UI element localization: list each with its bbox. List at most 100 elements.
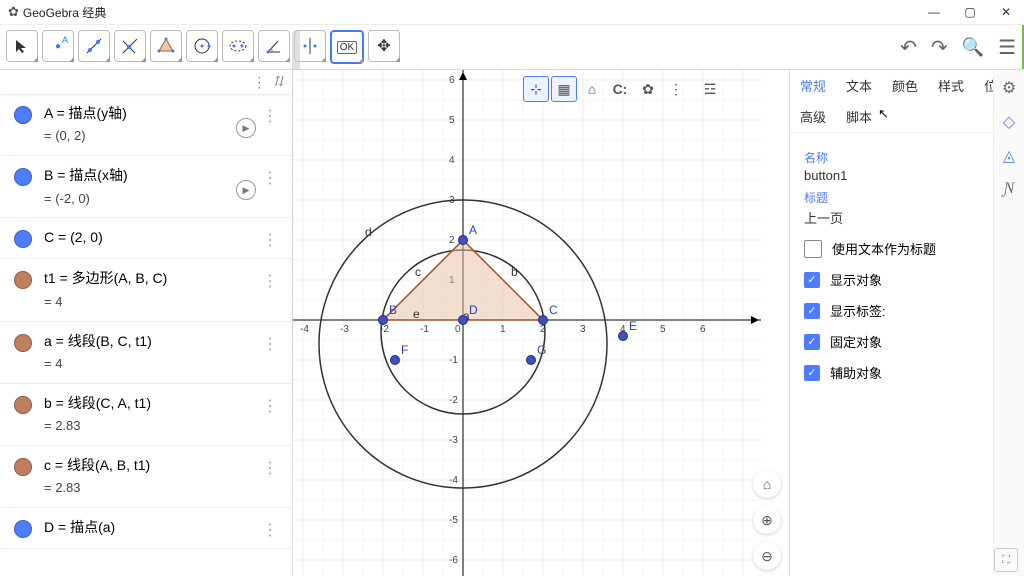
item-menu-icon[interactable]: ⋮ [262,106,278,126]
zoom-out-button[interactable]: ⊖ [753,542,781,570]
toolbar-right: ↶ ↷ 🔍 ☰ [900,35,1016,60]
algebra-item[interactable]: t1 = 多边形(A, B, C) = 4 ⋮ [0,259,292,321]
property-checkbox[interactable]: ✓显示标签: [804,301,1010,320]
close-button[interactable]: ✕ [988,0,1024,24]
visibility-dot[interactable] [14,230,32,248]
caption-checkbox[interactable]: 使用文本作为标题 [804,239,1010,258]
gear-icon[interactable]: ⚙ [1002,78,1016,98]
algebra-item[interactable]: D = 描点(a) ⋮ [0,508,292,549]
axes-toggle[interactable]: ⊹ [523,76,549,102]
tool-button[interactable]: OK [330,30,364,64]
svg-text:2: 2 [449,235,455,246]
play-button[interactable]: ▶ [236,180,256,200]
properties-section: 名称 button1 标题 上一页 使用文本作为标题 ✓显示对象✓显示标签:✓固… [790,133,1024,404]
svg-text:-1: -1 [449,355,458,366]
definition: C = (2, 0) [44,226,262,248]
algebra-item[interactable]: A = 描点(y轴) = (0, 2) ▶ ⋮ [0,94,292,156]
svg-text:6: 6 [449,75,455,86]
property-checkbox[interactable]: ✓固定对象 [804,332,1010,351]
svg-text:F: F [401,343,408,357]
settings-icon[interactable]: ✿ [635,76,661,102]
snap-icon[interactable]: C: [607,76,633,102]
tab-样式[interactable]: 样式 [928,70,974,101]
visibility-dot[interactable] [14,334,32,352]
visibility-dot[interactable] [14,106,32,124]
minimize-button[interactable]: ― [916,0,952,24]
svg-text:-6: -6 [449,555,458,566]
algebra-list[interactable]: A = 描点(y轴) = (0, 2) ▶ ⋮ B = 描点(x轴) = (-2… [0,94,292,576]
name-value[interactable]: button1 [804,168,1010,183]
definition: t1 = 多边形(A, B, C) [44,267,262,289]
svg-text:-1: -1 [420,324,429,335]
more-icon[interactable]: ⋮ [663,76,689,102]
tab-颜色[interactable]: 颜色 [882,70,928,101]
item-menu-icon[interactable]: ⋮ [262,168,278,188]
home-icon[interactable]: ⌂ [579,76,605,102]
item-menu-icon[interactable]: ⋮ [262,458,278,478]
tool-perpendicular[interactable] [114,30,146,62]
checkbox-icon: ✓ [804,334,820,350]
tool-line[interactable] [78,30,110,62]
value: = 4 [44,354,262,375]
zoom-in-button[interactable]: ⊕ [753,506,781,534]
shape-curve-icon[interactable]: Ɲ [1004,180,1015,198]
algebra-sort-icon[interactable]: ⇅ [272,74,284,91]
menu-icon[interactable]: ☰ [998,35,1016,60]
graphics-view[interactable]: ⊹ ▦ ⌂ C: ✿ ⋮ ☲ -4-3-2-10123456-6-5-4-3-2… [293,70,789,576]
tab-脚本[interactable]: 脚本 [836,101,882,132]
play-button[interactable]: ▶ [236,118,256,138]
svg-text:-4: -4 [449,475,458,486]
visibility-dot[interactable] [14,271,32,289]
tool-ellipse[interactable] [222,30,254,62]
tab-文本[interactable]: 文本 [836,70,882,101]
property-checkbox[interactable]: ✓辅助对象 [804,363,1010,382]
tool-move[interactable] [6,30,38,62]
item-menu-icon[interactable]: ⋮ [262,520,278,540]
expand-corner-icon[interactable]: ⛶ [994,548,1018,572]
svg-text:-4: -4 [300,324,309,335]
visibility-dot[interactable] [14,168,32,186]
algebra-content: B = 描点(x轴) = (-2, 0) [44,164,236,209]
algebra-item[interactable]: a = 线段(B, C, t1) = 4 ⋮ [0,322,292,384]
shape-triangle-icon[interactable]: ◬ [1003,146,1015,166]
algebra-header: ⋮ ⇅ [0,70,292,94]
svg-text:C: C [549,303,558,317]
visibility-dot[interactable] [14,520,32,538]
tool-move-view[interactable]: ✥ [368,30,400,62]
definition: B = 描点(x轴) [44,164,236,186]
home-button[interactable]: ⌂ [753,470,781,498]
undo-icon[interactable]: ↶ [900,35,917,60]
tool-point[interactable]: ●A [42,30,74,62]
property-checkbox[interactable]: ✓显示对象 [804,270,1010,289]
shape-square-icon[interactable]: ◇ [1003,112,1015,132]
tool-polygon[interactable] [150,30,182,62]
search-icon[interactable]: 🔍 [962,37,984,58]
algebra-menu-icon[interactable]: ⋮ [252,74,266,91]
title-label: 标题 [804,189,1010,206]
tool-angle[interactable] [258,30,290,62]
algebra-item[interactable]: b = 线段(C, A, t1) = 2.83 ⋮ [0,384,292,446]
tab-高级[interactable]: 高级 [790,101,836,132]
item-menu-icon[interactable]: ⋮ [262,334,278,354]
visibility-dot[interactable] [14,458,32,476]
title-value[interactable]: 上一页 [804,208,1010,227]
algebra-item[interactable]: B = 描点(x轴) = (-2, 0) ▶ ⋮ [0,156,292,218]
visibility-dot[interactable] [14,396,32,414]
item-menu-icon[interactable]: ⋮ [262,271,278,291]
tab-常规[interactable]: 常规 [790,70,836,101]
grid-toggle[interactable]: ▦ [551,76,577,102]
tool-circle[interactable] [186,30,218,62]
svg-text:D: D [469,303,478,317]
graph-float-controls: ⌂ ⊕ ⊖ [753,470,781,570]
algebra-item[interactable]: c = 线段(A, B, t1) = 2.83 ⋮ [0,446,292,508]
graph-canvas[interactable]: -4-3-2-10123456-6-5-4-3-2-1123456abcdeAB… [293,70,761,576]
definition: a = 线段(B, C, t1) [44,330,262,352]
style-icon[interactable]: ☲ [697,76,723,102]
algebra-content: t1 = 多边形(A, B, C) = 4 [44,267,262,312]
redo-icon[interactable]: ↷ [931,35,948,60]
algebra-item[interactable]: C = (2, 0) ⋮ [0,218,292,259]
item-menu-icon[interactable]: ⋮ [262,230,278,250]
app-icon: ✿ [8,4,19,20]
maximize-button[interactable]: ▢ [952,0,988,24]
item-menu-icon[interactable]: ⋮ [262,396,278,416]
